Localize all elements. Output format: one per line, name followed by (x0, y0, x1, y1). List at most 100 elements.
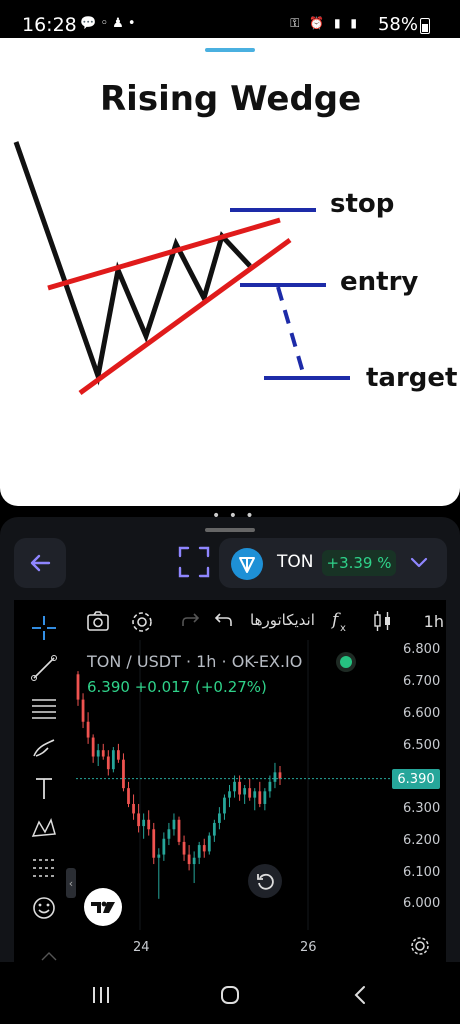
candle-body (273, 772, 277, 782)
fib-tool-icon[interactable] (30, 694, 58, 722)
redo-icon[interactable] (180, 610, 202, 632)
entry-label: entry (340, 267, 418, 297)
candle-body (243, 788, 247, 795)
candle-body (197, 845, 201, 858)
candle-body (91, 737, 95, 757)
fx-icon[interactable]: f x (330, 609, 350, 633)
candle-body (268, 781, 272, 792)
price-zigzag (13, 141, 252, 386)
candle-body (172, 819, 176, 830)
stop-label: stop (330, 189, 394, 219)
candle-body (111, 750, 115, 770)
candle-body (182, 841, 186, 855)
candle-body (81, 699, 85, 722)
candle-body (101, 750, 105, 757)
price-tick: 6.100 (403, 865, 441, 880)
candle-body (177, 819, 181, 842)
candle-body (248, 788, 252, 798)
candle-body (147, 819, 151, 830)
market-status-dot (340, 656, 352, 668)
chevron-down-icon (410, 557, 428, 568)
candle-body (167, 829, 171, 839)
ruler-icon[interactable] (40, 948, 58, 962)
tradingview-icon (91, 901, 115, 913)
timeframe-button[interactable]: 1h (424, 612, 444, 631)
time-tick: 26 (300, 940, 317, 955)
chart-title: TON / USDT · 1h · OK-EX.IO (87, 652, 303, 671)
rising-wedge-image: Rising Wedge stop entry target (13, 79, 457, 396)
battery-icon (420, 18, 430, 34)
candle-body (117, 750, 120, 760)
candle-body (238, 781, 241, 795)
collapse-toolbar-button[interactable]: ‹ (66, 868, 76, 898)
symbol-label: TON (277, 552, 314, 572)
brush-tool-icon[interactable] (30, 734, 58, 762)
camera-icon[interactable] (86, 610, 110, 632)
battery-percent: 58% (377, 14, 418, 35)
fullscreen-icon (178, 546, 210, 578)
notification-icons: 💬 ◦ ♟ • (80, 16, 136, 31)
candle-body (187, 854, 191, 865)
image-title: Rising Wedge (100, 79, 361, 119)
candle-body (212, 822, 216, 836)
emoji-tool-icon[interactable] (30, 894, 58, 922)
candle-body (228, 791, 231, 798)
change-badge: +3.39 % (322, 550, 396, 576)
candle-body (122, 759, 125, 789)
candle-body (76, 674, 80, 700)
candle-body (258, 791, 262, 804)
candle-body (162, 838, 166, 855)
text-tool-icon[interactable] (30, 774, 58, 802)
pane-handle-bottom[interactable] (205, 528, 255, 532)
candle-body (127, 788, 130, 804)
projection-dashed-line (276, 286, 306, 377)
time-tick: 24 (133, 940, 150, 955)
reset-icon (257, 873, 274, 890)
candle-body (278, 772, 282, 779)
candle-type-icon[interactable] (372, 609, 394, 633)
candle-body (218, 813, 221, 823)
price-tick: 6.200 (403, 833, 441, 848)
chart-values: 6.390 +0.017 (+0.27%) (87, 678, 267, 696)
svg-text:x: x (340, 623, 346, 633)
price-tick: 6.800 (403, 642, 441, 657)
candle-body (263, 791, 267, 804)
fullscreen-button[interactable] (176, 544, 212, 580)
trendline-tool-icon[interactable] (30, 654, 58, 682)
candle-body (137, 813, 140, 827)
candle-body (106, 756, 110, 770)
measure-tool-icon[interactable] (30, 854, 58, 882)
candle-body (202, 845, 206, 852)
system-nav-bar (0, 962, 460, 1024)
price-tick: 6.500 (403, 738, 441, 753)
drawing-toolbar (14, 600, 74, 962)
undo-icon[interactable] (212, 610, 234, 632)
candle-body (207, 835, 211, 852)
gear-icon[interactable] (130, 610, 154, 634)
home-icon[interactable] (219, 984, 241, 1006)
price-tick: 6.600 (403, 706, 441, 721)
image-pane[interactable]: Rising Wedge stop entry target (0, 38, 460, 506)
back-nav-icon[interactable] (350, 984, 372, 1006)
candle-body (157, 854, 161, 858)
pattern-tool-icon[interactable] (30, 814, 58, 842)
candle-body (192, 857, 196, 865)
candle-body (96, 750, 100, 757)
reset-chart-button[interactable] (248, 864, 282, 898)
symbol-selector[interactable]: TON +3.39 % (219, 538, 447, 588)
candle-body (132, 803, 135, 814)
candle-body (223, 797, 226, 814)
candle-body (142, 819, 146, 827)
chart-settings-icon[interactable] (410, 936, 430, 956)
current-price-tag: 6.390 (392, 769, 440, 789)
recent-apps-icon[interactable] (90, 984, 112, 1006)
price-tick: 6.300 (403, 801, 441, 816)
price-tick: 6.000 (403, 896, 441, 911)
tradingview-logo[interactable] (84, 888, 122, 926)
ton-logo-icon (231, 548, 263, 580)
crosshair-icon[interactable] (30, 614, 58, 642)
candle-body (86, 721, 90, 738)
indicators-button[interactable]: اندیکاتورها (250, 611, 315, 629)
back-button[interactable] (14, 538, 66, 588)
target-label: target (366, 363, 457, 393)
